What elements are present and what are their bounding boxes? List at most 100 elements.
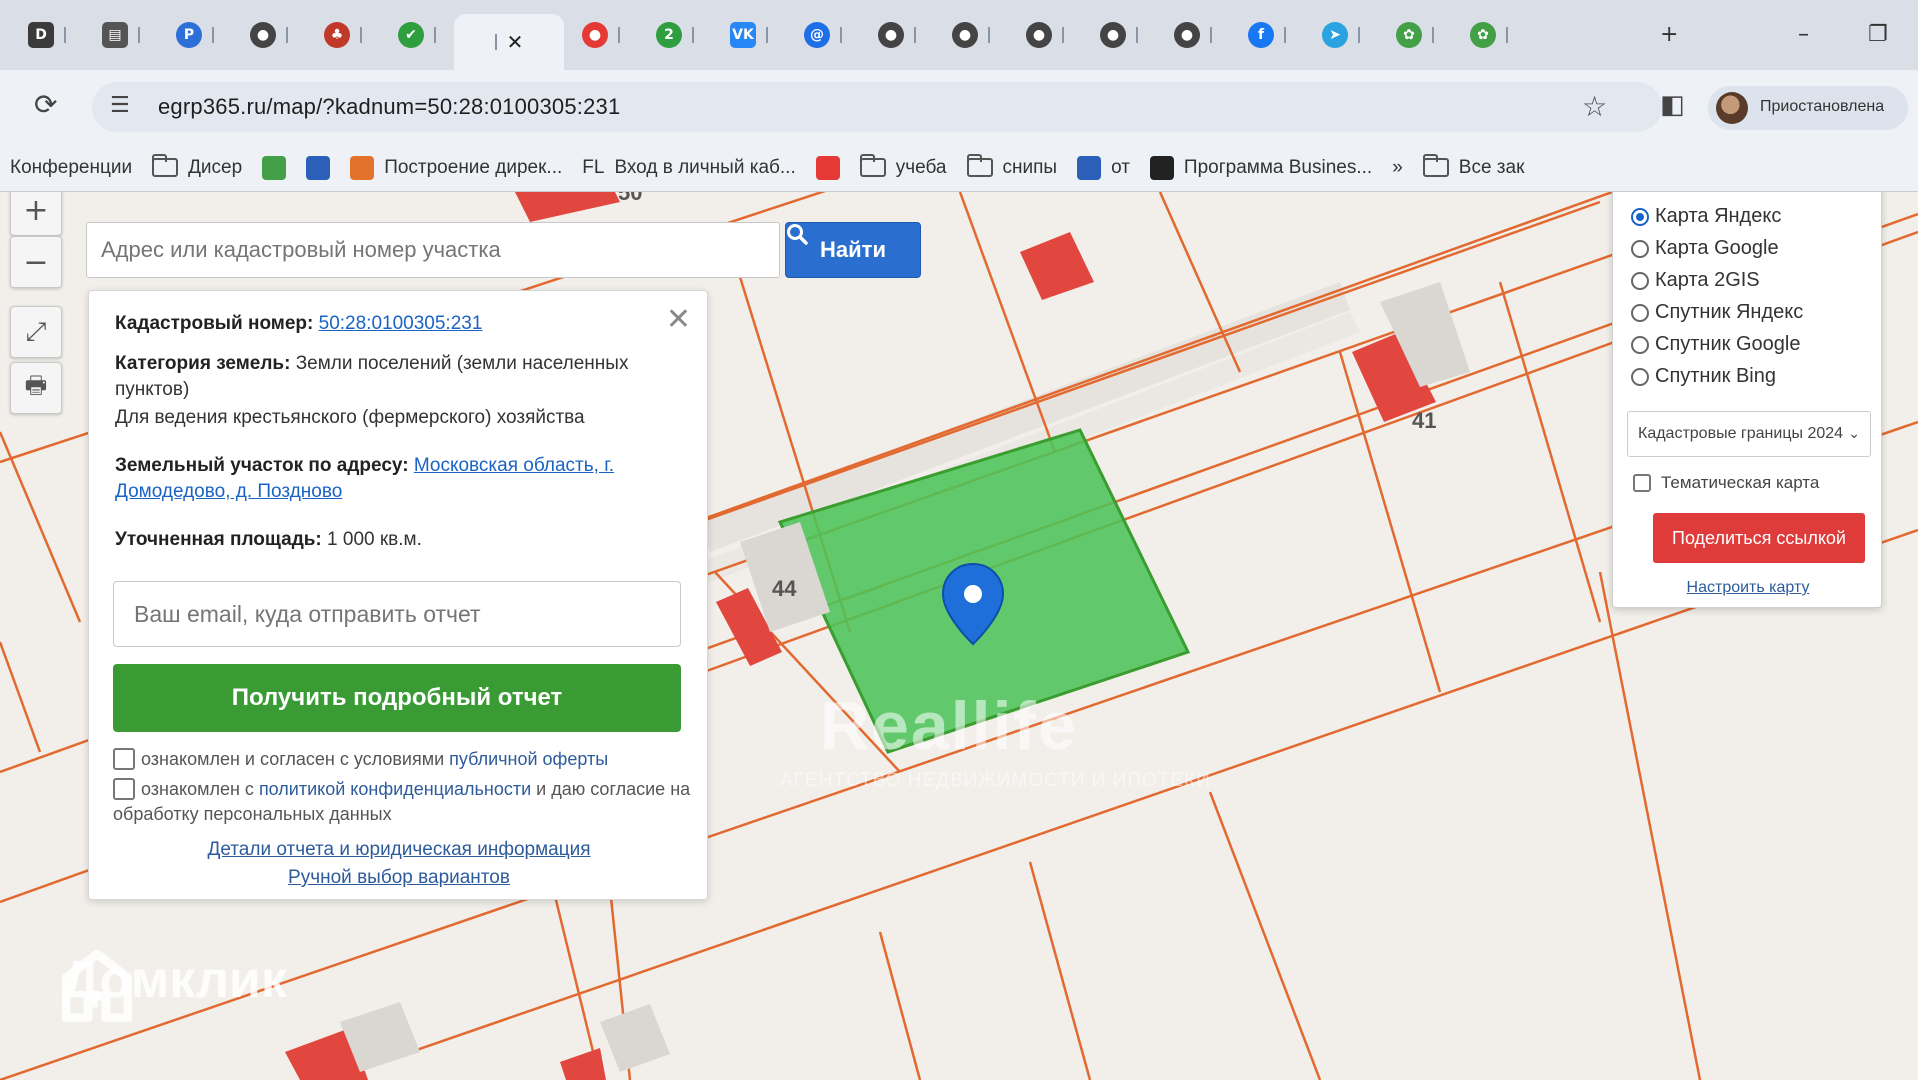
two-gis-icon: 2 — [656, 22, 682, 48]
browser-tab[interactable]: D — [10, 13, 84, 57]
side-panel-icon[interactable]: ◧ — [1660, 90, 1685, 120]
browser-tab[interactable]: VK — [712, 13, 786, 57]
bookmark-item[interactable] — [815, 155, 840, 180]
browser-tab[interactable]: ♣ — [306, 13, 380, 57]
offer-consent-checkbox[interactable] — [113, 748, 135, 770]
browser-tab[interactable]: ✿ — [1452, 13, 1526, 57]
tab-separator — [138, 27, 140, 43]
search-icon — [787, 224, 808, 245]
email-field[interactable] — [113, 581, 681, 647]
radio-button[interactable] — [1631, 239, 1649, 258]
zoom-in-button[interactable]: + — [10, 192, 62, 236]
radio-button[interactable] — [1631, 271, 1649, 290]
chat-icon — [1077, 155, 1102, 180]
zoom-out-button[interactable]: − — [10, 236, 62, 288]
browser-tab[interactable]: ● — [1156, 13, 1230, 57]
browser-tab[interactable]: ● — [860, 13, 934, 57]
tab-separator — [1136, 27, 1138, 43]
browser-tab[interactable]: ✔ — [380, 13, 454, 57]
radio-button[interactable] — [1631, 335, 1649, 354]
address-bar[interactable]: ☰ egrp365.ru/map/?kadnum=50:28:0100305:2… — [92, 82, 1662, 132]
url-text[interactable]: egrp365.ru/map/?kadnum=50:28:0100305:231 — [158, 94, 620, 120]
bookmark-item[interactable]: от — [1077, 155, 1130, 180]
tab-separator — [1062, 27, 1064, 43]
browser-tab[interactable]: f — [1230, 13, 1304, 57]
restore-button[interactable]: ❐ — [1868, 22, 1888, 47]
cadastral-link[interactable]: 50:28:0100305:231 — [319, 313, 483, 334]
tab-separator — [1506, 27, 1508, 43]
radio-button[interactable] — [1631, 367, 1649, 386]
browser-tab[interactable]: ● — [1082, 13, 1156, 57]
report-details-link[interactable]: Детали отчета и юридическая информация — [89, 837, 709, 863]
browser-tab[interactable]: 2 — [638, 13, 712, 57]
tree-icon: ♣ — [324, 22, 350, 48]
bookmark-item[interactable] — [306, 155, 331, 180]
avatar — [1716, 92, 1748, 124]
radio-button[interactable] — [1631, 207, 1649, 226]
profile-button[interactable]: Приостановлена — [1708, 86, 1908, 130]
get-report-button[interactable]: Получить подробный отчет — [113, 664, 681, 732]
layer-option-label: Спутник Яндекс — [1655, 301, 1804, 323]
layer-option-google-satellite[interactable]: Спутник Google — [1631, 333, 1800, 356]
radio-button[interactable] — [1631, 303, 1649, 322]
reload-icon[interactable]: ⟳ — [34, 88, 57, 121]
bookmark-item[interactable]: FL Вход в личный каб... — [582, 157, 795, 179]
close-tab-icon[interactable]: ✕ — [507, 30, 524, 54]
tab-active[interactable]: ✕ — [454, 14, 564, 70]
bookmark-item[interactable]: Построение дирек... — [350, 155, 562, 180]
p-logo-icon: P — [176, 22, 202, 48]
manual-selection-link[interactable]: Ручной выбор вариантов — [89, 865, 709, 891]
bookmark-item[interactable]: Дисер — [152, 154, 243, 179]
thematic-map-checkbox[interactable] — [1633, 474, 1651, 492]
dots-icon: ✿ — [1396, 22, 1422, 48]
public-offer-link[interactable]: публичной оферты — [449, 749, 608, 769]
site-settings-icon[interactable]: ☰ — [110, 93, 130, 118]
layer-option-bing-satellite[interactable]: Спутник Bing — [1631, 365, 1776, 388]
lot-number: 41 — [1412, 408, 1437, 433]
privacy-consent-checkbox[interactable] — [113, 778, 135, 800]
bookmark-item[interactable]: Конференции — [10, 157, 132, 179]
browser-tab[interactable]: P — [158, 13, 232, 57]
bookmark-item[interactable] — [262, 155, 287, 180]
tab-separator — [692, 27, 694, 43]
tab-separator — [914, 27, 916, 43]
fullscreen-icon[interactable]: ⤢ — [10, 306, 62, 358]
privacy-policy-link[interactable]: политикой конфиденциальности — [259, 779, 531, 799]
browser-tab[interactable]: ● — [1008, 13, 1082, 57]
cadastral-layer-value: Кадастровые границы 2024 — [1638, 425, 1844, 442]
cadastral-layer-select[interactable]: Кадастровые границы 2024 ⌄ — [1627, 411, 1871, 457]
find-button[interactable]: Найти — [785, 222, 921, 278]
print-icon[interactable]: 🖶 — [10, 362, 62, 414]
new-tab-button[interactable]: + — [1660, 22, 1678, 47]
cadastral-row: Кадастровый номер: 50:28:0100305:231 — [115, 311, 685, 337]
setup-map-link[interactable]: Настроить карту — [1613, 579, 1883, 597]
browser-toolbar: ⟳ ☰ egrp365.ru/map/?kadnum=50:28:0100305… — [0, 70, 1918, 144]
browser-tab[interactable]: ➤ — [1304, 13, 1378, 57]
bookmark-label: Дисер — [188, 156, 243, 178]
map-pin-icon: ● — [582, 22, 608, 48]
browser-tab[interactable]: ● — [564, 13, 638, 57]
browser-tab[interactable]: ● — [232, 13, 306, 57]
globe-icon: ● — [250, 22, 276, 48]
layer-option-2gis-map[interactable]: Карта 2GIS — [1631, 269, 1760, 292]
bookmark-item[interactable]: Все зак — [1422, 154, 1524, 179]
browser-tab[interactable]: ✿ — [1378, 13, 1452, 57]
minimize-button[interactable]: – — [1798, 22, 1809, 47]
map-area[interactable]: 50 41 44 46 45 50 Reallife АГЕНТСТВО НЕД… — [0, 192, 1918, 1080]
browser-tab[interactable]: @ — [786, 13, 860, 57]
bookmark-item[interactable]: учеба — [859, 154, 947, 179]
share-link-button[interactable]: Поделиться ссылкой — [1653, 513, 1865, 563]
tab-separator — [766, 27, 768, 43]
bookmark-item[interactable]: снипы — [966, 154, 1057, 179]
layer-option-google-map[interactable]: Карта Google — [1631, 237, 1779, 260]
browser-tab[interactable]: ▤ — [84, 13, 158, 57]
layer-option-yandex-satellite[interactable]: Спутник Яндекс — [1631, 301, 1803, 324]
dots-icon — [262, 155, 287, 180]
bookmark-star-icon[interactable]: ☆ — [1582, 90, 1607, 123]
layer-option-yandex-map[interactable]: Карта Яндекс — [1631, 205, 1781, 228]
bookmark-item[interactable]: » — [1392, 157, 1403, 179]
search-input[interactable] — [86, 222, 780, 278]
browser-tab[interactable]: ● — [934, 13, 1008, 57]
thematic-map-row[interactable]: Тематическая карта — [1633, 473, 1819, 493]
bookmark-item[interactable]: Программа Busines... — [1149, 155, 1372, 180]
